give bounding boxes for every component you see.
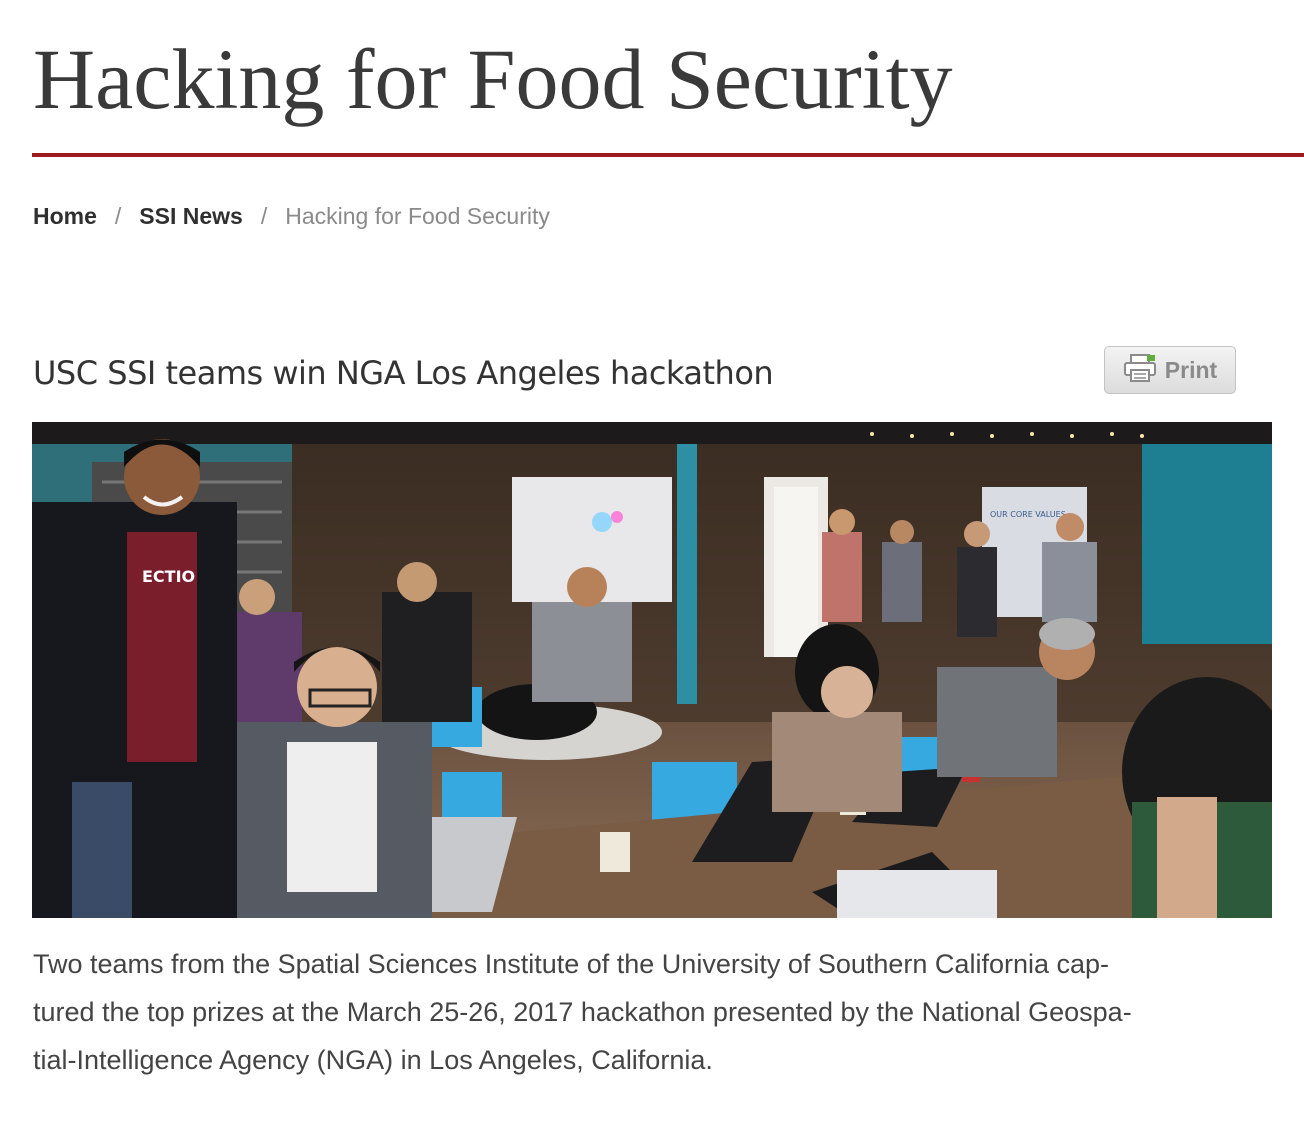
title-divider [32,153,1304,157]
shirt-text: ECTIO [142,567,195,586]
printer-icon [1123,353,1157,388]
article-body-line: tured the top prizes at the March 25-26,… [33,997,1132,1027]
article-body-line: tial-Intelligence Agency (NGA) in Los An… [33,1045,713,1075]
print-button[interactable]: Print [1104,346,1236,394]
breadcrumb-home-link[interactable]: Home [33,203,97,229]
breadcrumb-ssi-news-link[interactable]: SSI News [139,203,243,229]
article-body-line: Two teams from the Spatial Sciences Inst… [33,949,1110,979]
article-body: Two teams from the Spatial Sciences Inst… [33,940,1273,1084]
print-label: Print [1164,356,1218,383]
banner-text: OUR CORE VALUES [990,510,1066,519]
breadcrumb: Home / SSI News / Hacking for Food Security [33,200,550,232]
breadcrumb-separator: / [114,203,122,229]
article-title: USC SSI teams win NGA Los Angeles hackat… [33,354,774,392]
page-title: Hacking for Food Security [33,31,953,127]
hackathon-photo: OUR CORE VALUES ECTIO [32,422,1272,918]
breadcrumb-current: Hacking for Food Security [285,203,550,229]
breadcrumb-separator: / [260,203,268,229]
